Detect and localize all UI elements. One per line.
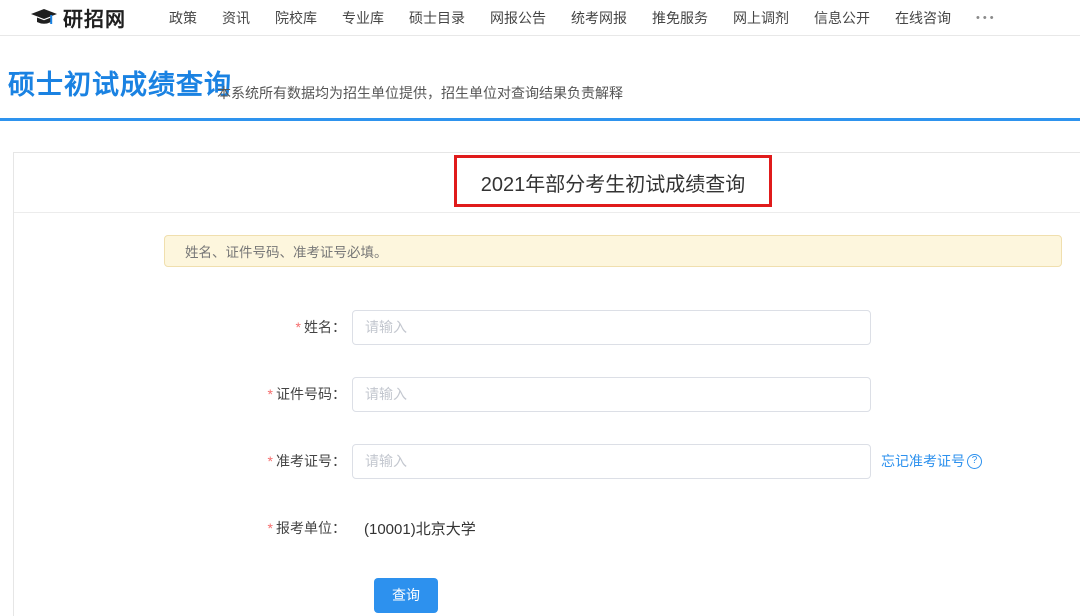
required-star: * (268, 453, 273, 469)
nav-more-dots[interactable]: ••• (976, 12, 997, 24)
id-number-row: *证件号码： (14, 376, 1080, 412)
graduation-cap-icon (30, 8, 58, 28)
id-number-label: *证件号码： (14, 384, 346, 404)
name-row: *姓名： (14, 309, 1080, 345)
nav-item-major-library[interactable]: 专业库 (342, 8, 384, 28)
score-query-form: *姓名： *证件号码： *准考证号： 忘记准考证号? *报考单位： (10001… (14, 309, 1080, 613)
nav-item-info-disclosure[interactable]: 信息公开 (814, 8, 870, 28)
ticket-label: *准考证号： (14, 451, 346, 471)
required-star: * (296, 319, 301, 335)
id-number-input[interactable] (352, 377, 871, 412)
query-button[interactable]: 查询 (374, 578, 438, 613)
logo-text: 研招网 (63, 3, 126, 32)
page-title: 硕士初试成绩查询 (8, 63, 232, 102)
nav-item-news[interactable]: 资讯 (222, 8, 250, 28)
nav-item-policy[interactable]: 政策 (169, 8, 197, 28)
name-label: *姓名： (14, 317, 346, 337)
nav-item-announcements[interactable]: 网报公告 (490, 8, 546, 28)
top-navigation: 研招网 政策 资讯 院校库 专业库 硕士目录 网报公告 统考网报 推免服务 网上… (0, 0, 1080, 36)
ticket-input[interactable] (352, 444, 871, 479)
required-star: * (268, 386, 273, 402)
nav-item-online-consult[interactable]: 在线咨询 (895, 8, 951, 28)
nav-item-exempt-service[interactable]: 推免服务 (652, 8, 708, 28)
panel-title: 2021年部分考生初试成绩查询 (481, 168, 746, 197)
query-panel: 2021年部分考生初试成绩查询 姓名、证件号码、准考证号必填。 *姓名： *证件… (13, 152, 1080, 616)
name-input[interactable] (352, 310, 871, 345)
notice-text: 姓名、证件号码、准考证号必填。 (185, 241, 388, 261)
question-circle-icon: ? (967, 454, 982, 469)
nav-menu: 政策 资讯 院校库 专业库 硕士目录 网报公告 统考网报 推免服务 网上调剂 信… (144, 8, 997, 28)
panel-header: 2021年部分考生初试成绩查询 (14, 153, 1080, 213)
unit-value: (10001)北京大学 (364, 518, 476, 539)
blue-divider (0, 118, 1080, 121)
submit-row: 查询 (14, 577, 1080, 613)
nav-item-online-adjustment[interactable]: 网上调剂 (733, 8, 789, 28)
nav-item-college-library[interactable]: 院校库 (275, 8, 317, 28)
page-subtitle: 本系统所有数据均为招生单位提供，招生单位对查询结果负责解释 (217, 83, 623, 103)
nav-item-unified-exam-reg[interactable]: 统考网报 (571, 8, 627, 28)
required-star: * (268, 520, 273, 536)
required-fields-notice: 姓名、证件号码、准考证号必填。 (164, 235, 1062, 267)
nav-item-master-catalog[interactable]: 硕士目录 (409, 8, 465, 28)
unit-label: *报考单位： (14, 518, 346, 538)
forgot-ticket-link[interactable]: 忘记准考证号? (881, 451, 982, 471)
unit-row: *报考单位： (10001)北京大学 (14, 510, 1080, 546)
site-logo[interactable]: 研招网 (30, 3, 126, 32)
ticket-row: *准考证号： 忘记准考证号? (14, 443, 1080, 479)
